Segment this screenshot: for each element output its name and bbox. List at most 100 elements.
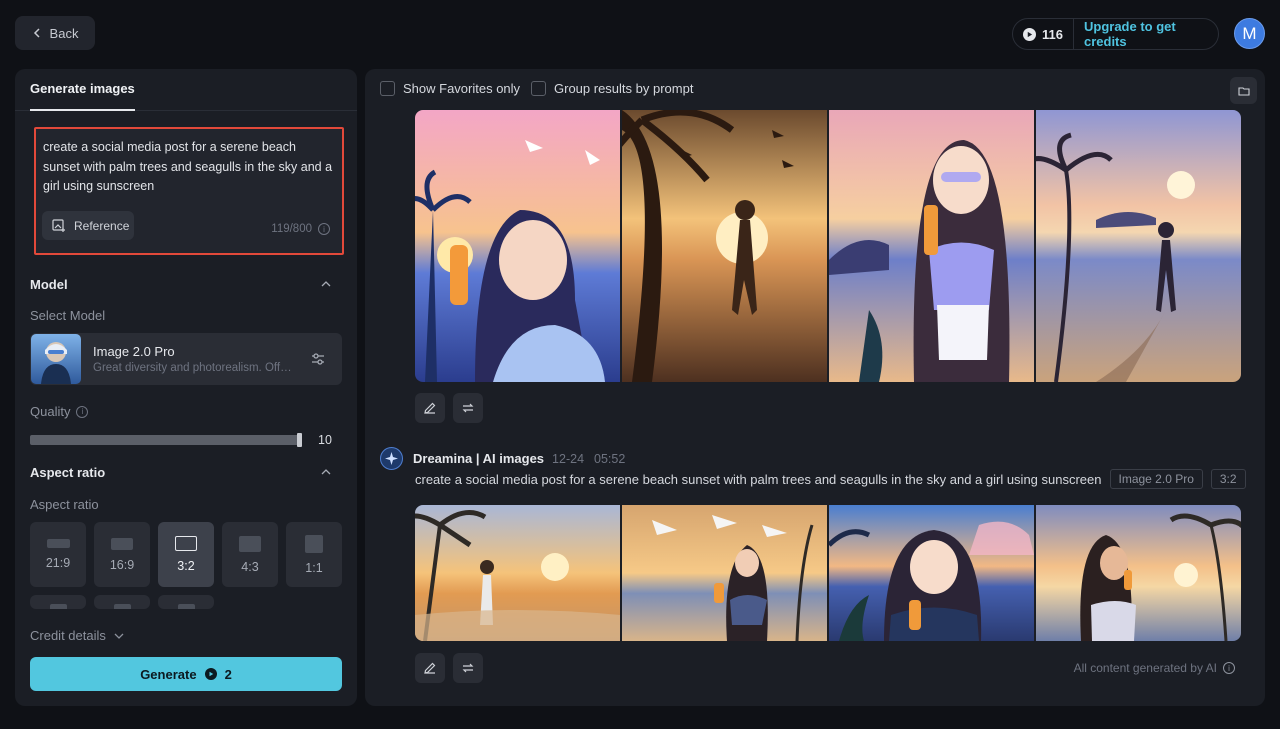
credits-pill: 116 Upgrade to get credits — [1012, 18, 1219, 50]
chevron-left-icon — [33, 28, 40, 38]
avatar[interactable]: M — [1234, 18, 1265, 49]
ratio-shape-icon — [49, 604, 67, 609]
model-name: Image 2.0 Pro — [93, 344, 175, 359]
reference-button[interactable]: Reference — [42, 211, 134, 240]
upgrade-credits-link[interactable]: Upgrade to get credits — [1074, 19, 1218, 49]
tab-bar: Generate images — [15, 69, 357, 111]
credits-count: 116 — [1042, 26, 1063, 42]
ratio-shape-icon — [239, 535, 261, 552]
credit-coin-icon — [204, 668, 217, 680]
ai-disclaimer-text: All content generated by AI — [1073, 661, 1217, 675]
model-tag: Image 2.0 Pro — [1109, 469, 1203, 489]
generated-image[interactable] — [415, 505, 620, 641]
model-description: Great diversity and photorealism. Offers… — [93, 362, 293, 374]
generation-date: 12-24 — [552, 451, 585, 466]
ratio-option-partial[interactable] — [30, 595, 86, 609]
ratio-option-partial[interactable] — [94, 595, 150, 609]
quality-info-icon[interactable]: i — [76, 405, 89, 418]
generate-label: Generate — [140, 666, 197, 682]
ratio-option-16-9[interactable]: 16:9 — [94, 522, 150, 587]
generation-header: Dreamina | AI images 12-24 05:52 — [380, 447, 625, 470]
ratio-tag: 3:2 — [1210, 469, 1246, 489]
generated-image[interactable] — [622, 110, 827, 382]
credit-details-toggle[interactable]: Credit details — [30, 628, 124, 643]
group-by-prompt-label: Group results by prompt — [554, 81, 694, 96]
ratio-shape-icon — [113, 604, 131, 609]
ai-disclaimer: All content generated by AI i — [1074, 661, 1235, 675]
show-favorites-toggle[interactable]: Show Favorites only — [380, 81, 520, 96]
edit-prompt-button[interactable] — [415, 393, 445, 423]
pencil-icon — [424, 662, 436, 674]
credit-details-label: Credit details — [30, 628, 106, 643]
pencil-icon — [424, 402, 436, 414]
folder-icon — [1237, 86, 1250, 96]
back-button[interactable]: Back — [15, 16, 95, 50]
results-panel: Show Favorites only Group results by pro… — [365, 69, 1265, 706]
generate-button[interactable]: Generate 2 — [30, 657, 342, 691]
info-icon[interactable]: i — [1223, 662, 1235, 674]
refresh-icon — [462, 403, 474, 413]
dreamina-logo-icon — [380, 447, 403, 470]
credit-coin-icon — [1023, 27, 1036, 41]
model-selector[interactable]: Image 2.0 Pro Great diversity and photor… — [30, 333, 342, 385]
credits-balance: 116 — [1013, 19, 1074, 49]
select-model-label: Select Model — [30, 308, 106, 323]
regenerate-button[interactable] — [453, 653, 483, 683]
edit-prompt-button[interactable] — [415, 653, 445, 683]
sliders-icon[interactable] — [310, 351, 326, 367]
image-add-icon — [52, 218, 65, 232]
chevron-up-icon[interactable] — [321, 467, 331, 477]
generated-image[interactable] — [1036, 505, 1241, 641]
show-favorites-checkbox[interactable] — [380, 81, 395, 96]
generate-panel: Generate images create a social media po… — [15, 69, 357, 706]
ratio-shape-icon — [175, 536, 197, 551]
group-by-prompt-checkbox[interactable] — [531, 81, 546, 96]
ratio-label: 4:3 — [241, 559, 259, 574]
quality-slider-handle[interactable] — [297, 433, 302, 447]
ratio-option-partial[interactable] — [158, 595, 214, 609]
refresh-icon — [462, 663, 474, 673]
ratio-shape-icon — [46, 539, 70, 548]
generation-time: 05:52 — [594, 451, 626, 466]
reference-label: Reference — [74, 218, 130, 233]
regenerate-button[interactable] — [453, 393, 483, 423]
model-thumbnail — [31, 334, 81, 384]
ratio-shape-icon — [111, 537, 133, 550]
quality-label: Quality i — [30, 404, 89, 419]
info-icon[interactable]: i — [318, 223, 330, 235]
tab-generate-images[interactable]: Generate images — [30, 69, 135, 111]
back-label: Back — [49, 25, 79, 41]
ratio-label: 1:1 — [305, 560, 323, 575]
aspect-section-title: Aspect ratio — [30, 465, 106, 480]
ratio-label: 21:9 — [45, 556, 71, 570]
aspect-ratio-label: Aspect ratio — [30, 497, 99, 512]
quality-label-text: Quality — [30, 404, 71, 419]
ratio-label: 16:9 — [109, 557, 135, 572]
generated-image[interactable] — [415, 110, 620, 382]
generate-cost: 2 — [224, 666, 232, 682]
chevron-up-icon[interactable] — [321, 279, 331, 289]
prompt-box[interactable]: create a social media post for a serene … — [34, 127, 344, 255]
group-by-prompt-toggle[interactable]: Group results by prompt — [531, 81, 693, 96]
ratio-option-3-2[interactable]: 3:2 — [158, 522, 214, 587]
ratio-shape-icon — [177, 604, 195, 609]
prompt-input[interactable]: create a social media post for a serene … — [43, 138, 333, 197]
generated-image[interactable] — [829, 110, 1034, 382]
image-row-1 — [415, 110, 1241, 382]
ratio-label: 3:2 — [177, 559, 195, 573]
char-count: 119/800 i — [271, 223, 330, 235]
show-favorites-label: Show Favorites only — [403, 81, 521, 96]
generated-image[interactable] — [829, 505, 1034, 641]
ratio-option-21-9[interactable]: 21:9 — [30, 522, 86, 587]
folder-button[interactable] — [1230, 77, 1257, 104]
char-count-text: 119/800 — [271, 223, 312, 235]
ratio-option-1-1[interactable]: 1:1 — [286, 522, 342, 587]
image-row-2 — [415, 505, 1241, 641]
generated-image[interactable] — [1036, 110, 1241, 382]
quality-value: 10 — [318, 433, 332, 447]
model-section-title: Model — [30, 277, 68, 292]
generated-image[interactable] — [622, 505, 827, 641]
generation-prompt-row: create a social media post for a serene … — [415, 469, 1246, 489]
quality-slider[interactable] — [30, 435, 300, 445]
ratio-option-4-3[interactable]: 4:3 — [222, 522, 278, 587]
